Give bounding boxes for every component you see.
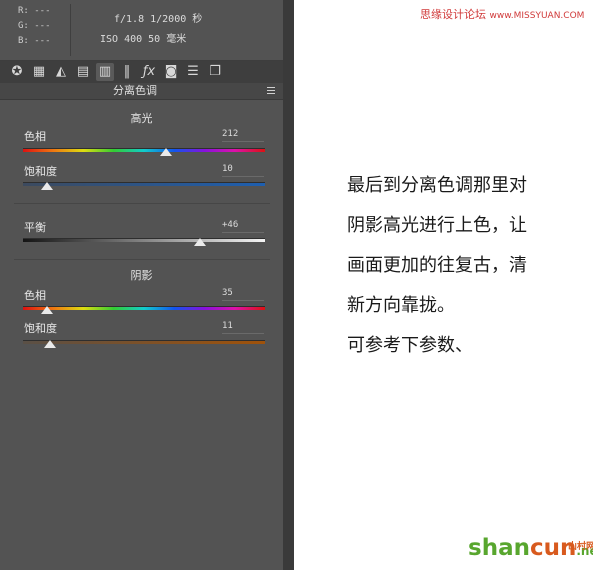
snapshots-icon[interactable]: ❐	[206, 63, 224, 81]
camera-raw-panel: R: --- G: --- B: --- f/1.8 1/2000 秒 ISO …	[0, 0, 283, 570]
watermark-top-text: 思缘设计论坛	[420, 8, 486, 21]
effects-fx-icon[interactable]: ƒx	[140, 63, 158, 81]
lens-icon[interactable]: ‖	[118, 63, 136, 81]
watermark-top-domain: www.MISSYUAN.COM	[489, 11, 585, 21]
camera-calibration-icon[interactable]: ◙	[162, 63, 180, 81]
watermark-shan: shan	[468, 535, 530, 561]
balance-label: 平衡	[24, 221, 46, 234]
exif-info: f/1.8 1/2000 秒 ISO 400 50 毫米	[80, 10, 280, 50]
instruction-line: 画面更加的往复古，清	[347, 255, 527, 276]
highlights-title: 高光	[130, 112, 153, 125]
split-toning-icon[interactable]: ▥	[96, 63, 114, 81]
panel-title: 分离色调	[113, 84, 157, 97]
b-readout: B: ---	[18, 36, 51, 46]
shadows-saturation-slider[interactable]	[23, 340, 265, 344]
highlights-hue-label: 色相	[24, 130, 46, 143]
balance-thumb[interactable]	[193, 238, 206, 246]
instruction-line: 可参考下参数、	[347, 335, 473, 356]
section-divider	[14, 259, 270, 260]
highlights-saturation-thumb[interactable]	[41, 182, 54, 190]
aperture-icon[interactable]: ✪	[8, 63, 26, 81]
balance-slider[interactable]	[23, 238, 265, 242]
hsl-icon[interactable]: ▤	[74, 63, 92, 81]
balance-value[interactable]: +46	[222, 219, 264, 233]
shadows-hue-slider[interactable]	[23, 306, 265, 310]
histogram-grid-icon[interactable]: ▦	[30, 63, 48, 81]
highlights-saturation-slider[interactable]	[23, 182, 265, 186]
watermark-top: 思缘设计论坛 www.MISSYUAN.COM	[420, 6, 584, 22]
tone-curve-icon[interactable]: ◭	[52, 63, 70, 81]
watermark-cn: 山村网	[568, 542, 593, 552]
info-header: R: --- G: --- B: --- f/1.8 1/2000 秒 ISO …	[0, 0, 283, 61]
presets-sliders-icon[interactable]: ☰	[184, 63, 202, 81]
highlights-hue-value[interactable]: 212	[222, 128, 264, 142]
g-readout: G: ---	[18, 21, 51, 31]
section-divider	[14, 203, 270, 204]
watermark-bottom: shancun.net 山村网	[468, 535, 593, 561]
shadows-saturation-thumb[interactable]	[43, 340, 56, 348]
shadows-hue-thumb[interactable]	[40, 306, 53, 314]
instruction-line: 最后到分离色调那里对	[347, 175, 527, 196]
exif-iso-focal: ISO 400 50 毫米	[100, 34, 187, 45]
shadows-title: 阴影	[130, 269, 153, 282]
r-readout: R: ---	[18, 6, 51, 16]
panel-menu-icon[interactable]	[267, 87, 275, 95]
highlights-saturation-label: 饱和度	[24, 165, 57, 178]
shadows-hue-label: 色相	[24, 289, 46, 302]
shadows-saturation-label: 饱和度	[24, 322, 57, 335]
instruction-text: 最后到分离色调那里对 阴影高光进行上色，让 画面更加的往复古，清 新方向靠拢。 …	[347, 166, 527, 366]
highlights-saturation-value[interactable]: 10	[222, 163, 264, 177]
shadows-saturation-value[interactable]: 11	[222, 320, 264, 334]
panel-header: 分离色调	[0, 83, 283, 100]
panel-tabs: ✪ ▦ ◭ ▤ ▥ ‖ ƒx ◙ ☰ ❐	[0, 61, 283, 83]
highlights-hue-thumb[interactable]	[159, 148, 172, 156]
exif-aperture-shutter: f/1.8 1/2000 秒	[114, 14, 203, 25]
rgb-readout: R: --- G: --- B: ---	[6, 4, 71, 56]
panel-scroll-edge	[283, 0, 294, 570]
instruction-line: 阴影高光进行上色，让	[347, 215, 527, 236]
shadows-hue-value[interactable]: 35	[222, 287, 264, 301]
highlights-hue-slider[interactable]	[23, 148, 265, 152]
instruction-line: 新方向靠拢。	[347, 295, 455, 316]
